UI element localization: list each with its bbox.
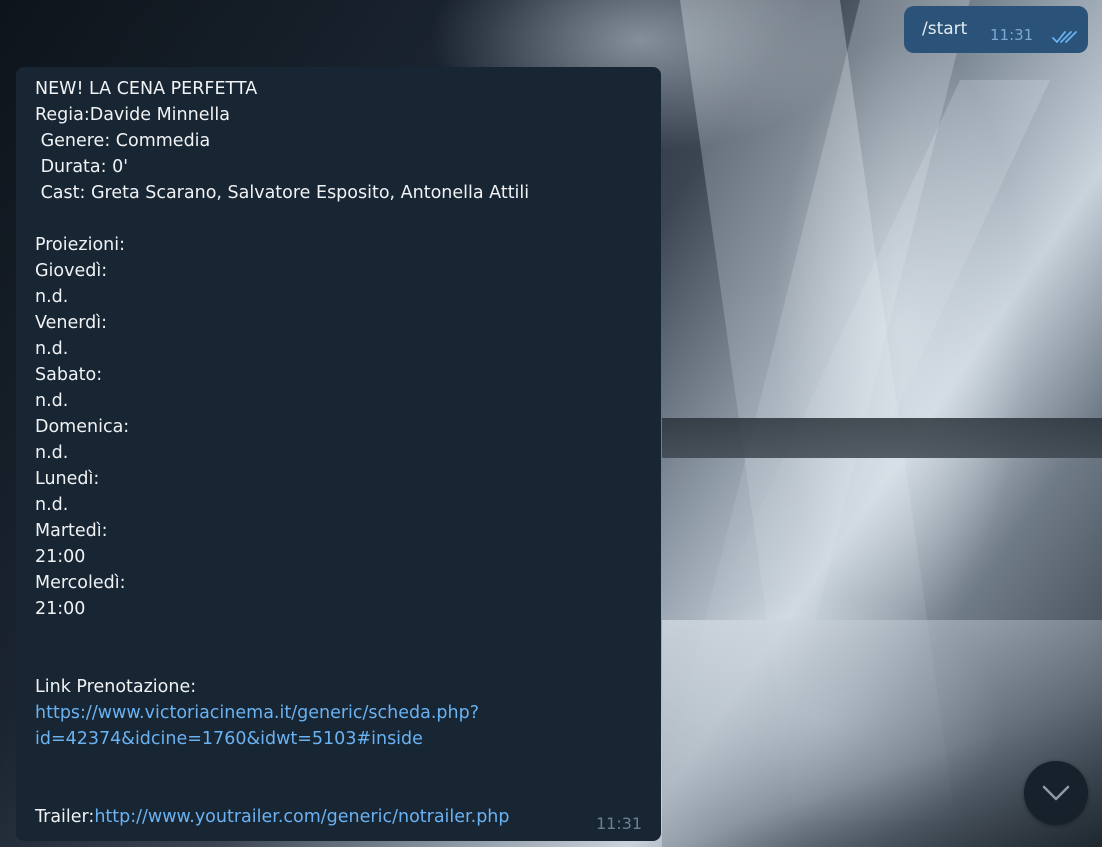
booking-link-cont[interactable]: id=42374&idcine=1760&idwt=5103#inside (35, 729, 423, 749)
double-check-icon (1052, 31, 1077, 43)
message-line: Giovedì: (35, 261, 108, 281)
message-line (35, 624, 529, 650)
trailer-label: Trailer: (35, 807, 95, 827)
incoming-message-text: NEW! LA CENA PERFETTA Regia:Davide Minnel… (35, 78, 529, 832)
wallpaper-ledge (662, 418, 1102, 458)
message-line: Durata: 0' (35, 157, 129, 177)
trailer-link[interactable]: http://www.youtrailer.com/generic/notrai… (94, 807, 509, 827)
incoming-message[interactable]: NEW! LA CENA PERFETTA Regia:Davide Minnel… (16, 67, 661, 841)
message-line: Cast: Greta Scarano, Salvatore Esposito,… (35, 183, 530, 203)
message-line: Venerdì: (35, 313, 107, 333)
outgoing-message[interactable]: /start 11:31 (904, 6, 1088, 53)
message-line: 21:00 (35, 547, 86, 567)
booking-link-line-1[interactable]: https://www.victoriacinema.it/generic/sc… (35, 702, 529, 728)
message-line: Sabato: (35, 365, 103, 385)
message-line: Lunedì: (35, 469, 100, 489)
outgoing-message-text: /start (922, 19, 968, 39)
message-line (35, 650, 529, 676)
message-line: Mercoledì: (35, 573, 126, 593)
outgoing-message-time: 11:31 (990, 26, 1034, 44)
scroll-down-button[interactable] (1024, 761, 1088, 825)
trailer-line: Trailer:http://www.youtrailer.com/generi… (35, 806, 529, 832)
message-line: Link Prenotazione: (35, 677, 197, 697)
message-line: n.d. (35, 495, 69, 515)
incoming-message-time: 11:31 (596, 814, 643, 833)
message-line: n.d. (35, 443, 69, 463)
message-line: 21:00 (35, 599, 86, 619)
message-line: Genere: Commedia (35, 131, 211, 151)
message-line: NEW! LA CENA PERFETTA (35, 79, 258, 99)
message-line (35, 208, 529, 234)
message-line: Proiezioni: (35, 235, 125, 255)
booking-link[interactable]: https://www.victoriacinema.it/generic/sc… (35, 703, 479, 723)
message-line: Regia:Davide Minnella (35, 105, 230, 125)
message-line: Domenica: (35, 417, 130, 437)
message-line: n.d. (35, 287, 69, 307)
booking-link-line-2[interactable]: id=42374&idcine=1760&idwt=5103#inside (35, 728, 529, 754)
message-line: n.d. (35, 391, 69, 411)
message-line: Martedì: (35, 521, 108, 541)
chevron-down-icon (1042, 785, 1070, 801)
message-line: n.d. (35, 339, 69, 359)
